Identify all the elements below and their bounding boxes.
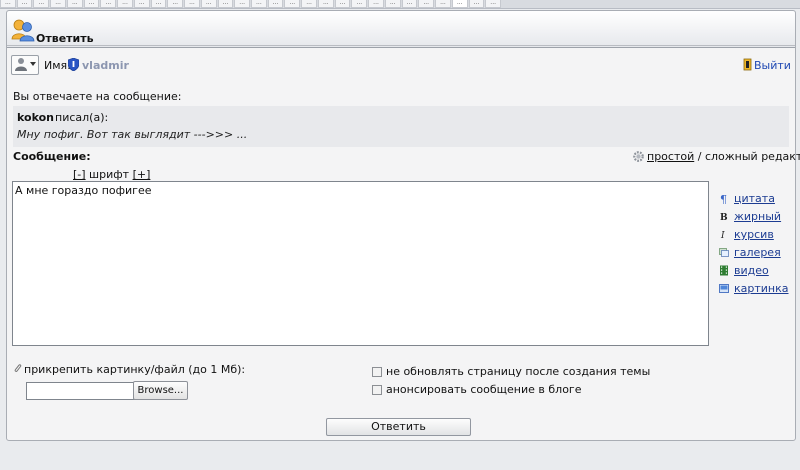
svg-text:I: I — [720, 231, 725, 240]
message-label: Сообщение: — [13, 150, 91, 163]
browser-tab[interactable]: ... — [317, 0, 334, 8]
font-decrease-button[interactable]: [-] — [73, 168, 86, 181]
browser-tab[interactable]: ... — [468, 0, 485, 8]
svg-text:B: B — [720, 213, 728, 222]
browser-tab[interactable]: ... — [184, 0, 200, 8]
font-increase-button[interactable]: [+] — [133, 168, 151, 181]
browser-tab[interactable]: ... — [485, 0, 502, 8]
browse-button[interactable]: Browse... — [133, 381, 188, 400]
message-textarea[interactable]: А мне гораздо пофигее — [12, 181, 709, 346]
browser-tab[interactable]: ... — [200, 0, 217, 8]
browser-tab[interactable]: ... — [50, 0, 66, 8]
video-icon — [720, 265, 728, 276]
attach-label-text: прикрепить картинку/файл (до 1 Мб): — [24, 363, 246, 376]
browser-tab[interactable]: ... — [267, 0, 284, 8]
no-refresh-checkbox[interactable] — [372, 367, 382, 377]
italic-icon: I — [720, 231, 725, 240]
browser-tab[interactable]: ... — [418, 0, 435, 8]
name-label: Имя: — [44, 59, 71, 72]
browser-tab[interactable]: ... — [133, 0, 150, 8]
complex-editor-link[interactable]: сложный редактор — [705, 150, 800, 163]
browser-tab[interactable]: ... — [0, 0, 16, 8]
browser-tab[interactable]: ... — [251, 0, 267, 8]
page-title: Ответить — [36, 32, 94, 45]
door-exit-icon — [743, 58, 752, 71]
svg-text:¶: ¶ — [720, 193, 727, 204]
person-icon — [15, 58, 27, 71]
browser-tab-active[interactable]: ... — [451, 0, 468, 8]
format-quote-label: цитата — [734, 192, 775, 205]
users-icon — [11, 19, 35, 42]
reply-form-panel: Ответить Имя: vladmir Выйти Вы отвечаете… — [6, 10, 800, 441]
browser-tab[interactable]: ... — [384, 0, 401, 8]
format-image-label: картинка — [734, 282, 789, 295]
format-bold-label: жирный — [734, 210, 782, 223]
quote-author: kokon — [17, 111, 54, 124]
browser-tab[interactable]: ... — [435, 0, 451, 8]
attach-label: прикрепить картинку/файл (до 1 Мб): — [13, 363, 245, 376]
browser-tab[interactable]: ... — [351, 0, 368, 8]
chevron-down-icon — [30, 62, 36, 66]
browser-tab[interactable]: ... — [100, 0, 117, 8]
format-gallery-label: галерея — [734, 246, 781, 259]
browser-tab[interactable]: ... — [150, 0, 167, 8]
browser-tab[interactable]: ... — [167, 0, 184, 8]
editor-separator: / — [694, 150, 705, 163]
announce-blog-label: анонсировать сообщение в блоге — [386, 383, 582, 396]
avatar-dropdown[interactable] — [11, 55, 39, 75]
browser-tab[interactable]: ... — [217, 0, 234, 8]
gear-icon — [633, 151, 644, 162]
browser-tab[interactable]: ... — [83, 0, 100, 8]
browser-tab[interactable]: ... — [234, 0, 251, 8]
editor-mode-switch: простой / сложный редактор — [633, 150, 800, 163]
file-path-input[interactable] — [26, 382, 136, 400]
image-icon — [719, 284, 729, 293]
paperclip-icon — [14, 364, 22, 372]
gallery-icon — [719, 248, 729, 257]
announce-blog-checkbox[interactable] — [372, 385, 382, 395]
shield-icon — [68, 58, 79, 71]
font-label: шрифт — [85, 168, 133, 181]
browser-tab[interactable]: ... — [401, 0, 418, 8]
quote-wrote-label: писал(а): — [55, 111, 109, 124]
browser-tab[interactable]: ... — [284, 0, 301, 8]
format-italic-label: курсив — [734, 228, 774, 241]
browser-tab-strip: ........................................… — [0, 0, 800, 9]
browser-tab[interactable]: ... — [117, 0, 133, 8]
logout-link[interactable]: Выйти — [754, 59, 791, 72]
simple-editor-link[interactable]: простой — [647, 150, 694, 163]
quote-text: Мну пофиг. Вот так выглядит --->>> ... — [17, 128, 248, 141]
bold-icon: B — [720, 213, 728, 222]
browser-tab[interactable]: ... — [16, 0, 33, 8]
quote-icon: ¶ — [720, 193, 727, 204]
submit-reply-button[interactable]: Ответить — [326, 418, 471, 436]
panel-header: Ответить — [7, 11, 795, 48]
browser-tab[interactable]: ... — [368, 0, 384, 8]
browser-tab[interactable]: ... — [66, 0, 83, 8]
format-video-label: видео — [734, 264, 769, 277]
reply-to-label: Вы отвечаете на сообщение: — [13, 90, 182, 103]
browser-tab[interactable]: ... — [33, 0, 50, 8]
font-size-controls: [-] шрифт [+] — [73, 168, 150, 181]
browser-tab[interactable]: ... — [334, 0, 351, 8]
no-refresh-label: не обновлять страницу после создания тем… — [386, 365, 651, 378]
quoted-message: kokon писал(а): Мну пофиг. Вот так выгля… — [13, 106, 789, 147]
username[interactable]: vladmir — [82, 59, 129, 72]
browser-tab[interactable]: ... — [301, 0, 317, 8]
header-divider — [7, 45, 795, 46]
